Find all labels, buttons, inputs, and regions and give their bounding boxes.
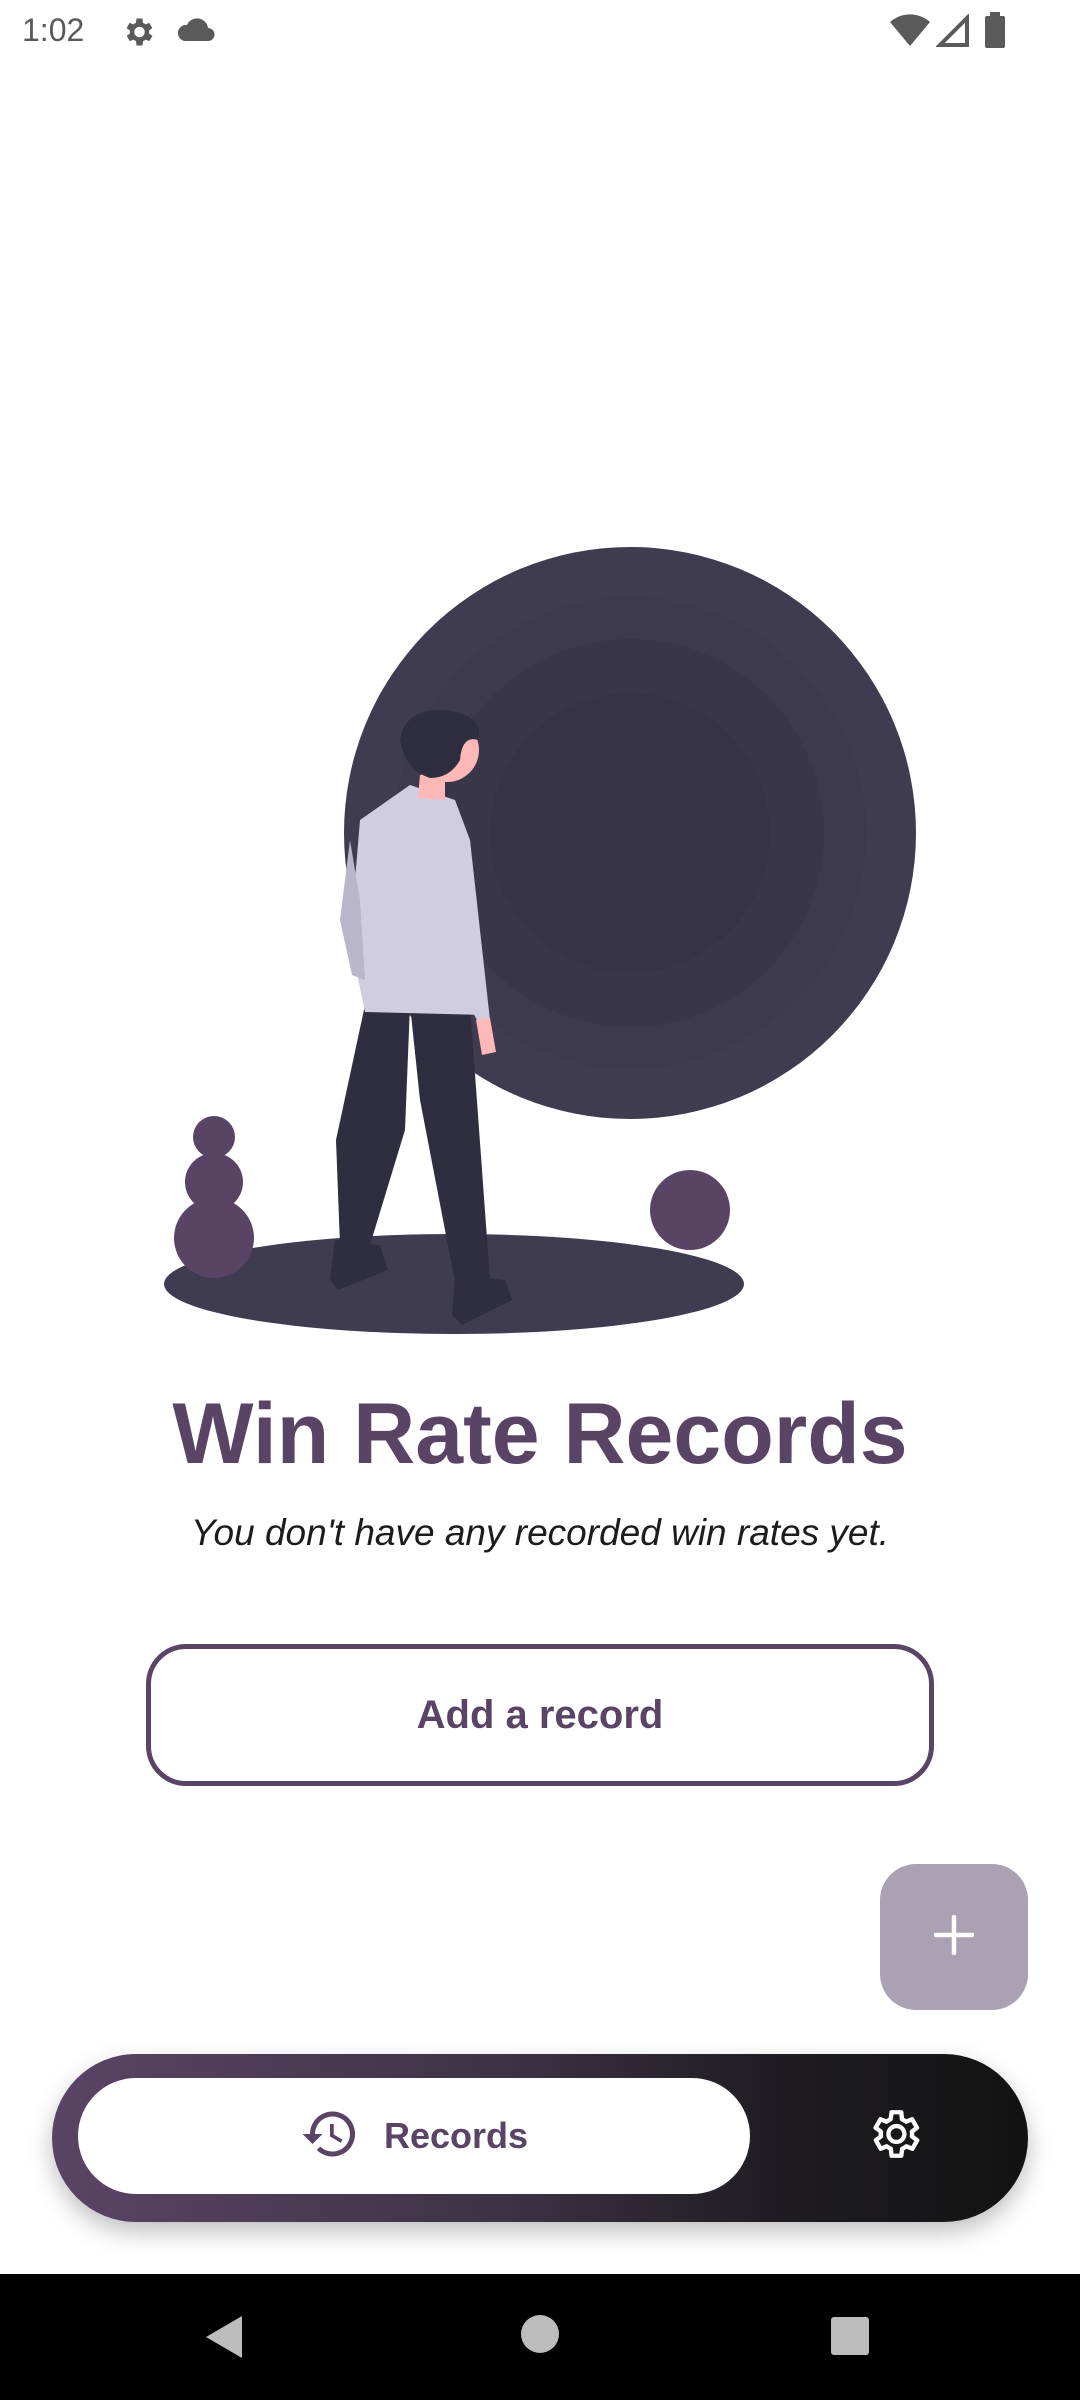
wifi-icon (890, 14, 930, 53)
back-icon[interactable] (202, 2314, 246, 2365)
battery-icon (984, 12, 1006, 53)
cloud-icon (176, 16, 216, 51)
nav-item-settings[interactable] (852, 2094, 936, 2178)
status-bar: 1:02 (0, 0, 1080, 64)
page-title: Win Rate Records (172, 1386, 908, 1482)
nav-records-label: Records (383, 2115, 529, 2156)
bottom-navigation: Records (52, 2054, 1028, 2222)
empty-state-illustration (164, 547, 916, 1334)
cell-signal-icon (935, 13, 970, 53)
recents-icon[interactable] (830, 2316, 870, 2361)
gear-icon (120, 14, 156, 55)
plus-icon (933, 1914, 975, 1960)
home-icon[interactable] (520, 2314, 560, 2359)
add-record-label: Add a record (416, 1692, 664, 1737)
add-fab-button[interactable] (880, 1864, 1028, 2010)
empty-state-message: You don't have any recorded win rates ye… (190, 1512, 890, 1553)
history-icon (300, 2104, 360, 2169)
nav-item-records[interactable]: Records (78, 2078, 750, 2194)
add-record-button[interactable]: Add a record (146, 1644, 934, 1786)
gear-icon (865, 2105, 923, 2168)
status-time: 1:02 (22, 12, 85, 48)
system-navigation-bar (0, 2274, 1080, 2400)
